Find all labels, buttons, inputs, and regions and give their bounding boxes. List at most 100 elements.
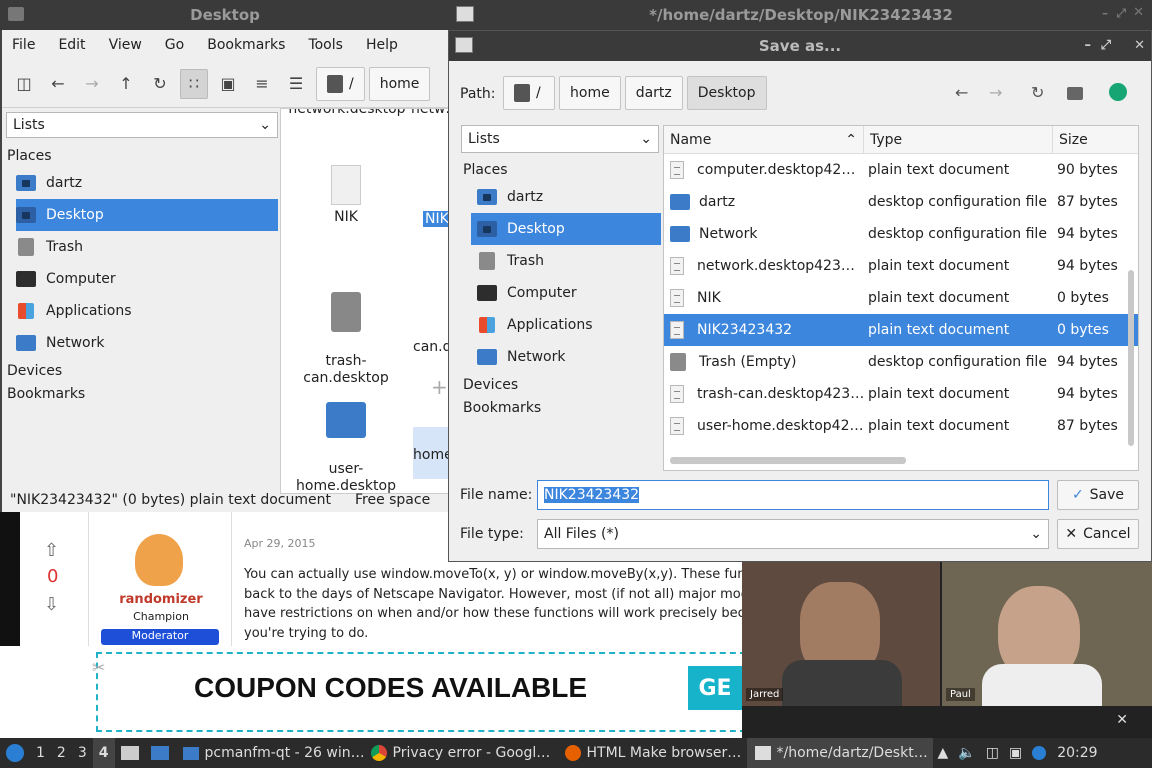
menu-edit[interactable]: Edit (58, 37, 96, 53)
editor-titlebar[interactable]: */home/dartz/Desktop/NIK23423432 – ⤢ ✕ (450, 0, 1152, 30)
column-size[interactable]: Size (1053, 126, 1133, 153)
file-row[interactable]: user-home.desktop42… plain text document 8… (664, 410, 1138, 442)
downvote-icon[interactable]: ⇩ (44, 594, 59, 615)
filename-field[interactable]: NIK23423432 (537, 480, 1049, 510)
upvote-icon[interactable]: ⇧ (44, 540, 59, 561)
workspace-1[interactable]: 1 (30, 738, 51, 768)
filetype-select[interactable]: All Files (*) ⌄ (537, 519, 1049, 549)
info-icon[interactable] (1027, 738, 1051, 768)
detail-view-icon[interactable]: ☰ (282, 69, 310, 99)
file-list[interactable]: Name ⌃ Type Size computer.desktop42… plain… (663, 125, 1139, 471)
menu-bookmarks[interactable]: Bookmarks (207, 37, 296, 53)
menu-file[interactable]: File (12, 37, 46, 53)
task-firefox[interactable]: HTML Make browser… (557, 738, 747, 768)
sidebar-item-computer[interactable]: Computer (2, 263, 280, 295)
back-icon[interactable]: ← (44, 69, 72, 99)
clipboard-icon[interactable]: ▣ (1004, 738, 1027, 768)
file-item[interactable]: network.desktop (287, 109, 407, 118)
path-dartz-button[interactable]: dartz (624, 76, 683, 110)
dlg-side-combo[interactable]: Lists ⌄ (461, 125, 659, 153)
forward-icon[interactable]: → (989, 83, 1002, 102)
network-tray-icon[interactable]: ◫ (981, 738, 1004, 768)
save-button[interactable]: ✓ Save (1057, 480, 1139, 510)
path-root-button[interactable]: / (503, 76, 555, 110)
reload-icon[interactable]: ↻ (1031, 83, 1044, 102)
sidebar-item-applications[interactable]: Applications (459, 309, 661, 341)
sidebar-item-applications[interactable]: Applications (2, 295, 280, 327)
banner-button[interactable]: GE (688, 666, 742, 710)
vertical-scrollbar[interactable] (1128, 270, 1134, 446)
new-folder-icon[interactable] (1067, 87, 1083, 100)
file-item[interactable]: can.d (413, 339, 451, 356)
menu-tools[interactable]: Tools (308, 37, 354, 53)
thumbnail-view-icon[interactable]: ▣ (214, 69, 242, 99)
minimize-icon[interactable]: – (1085, 38, 1092, 53)
reload-icon[interactable]: ↻ (146, 69, 174, 99)
task-editor[interactable]: */home/dartz/Deskt… (746, 738, 933, 768)
filter-icon[interactable] (1109, 83, 1127, 101)
avatar[interactable] (135, 534, 183, 586)
minimize-icon[interactable]: – (1102, 6, 1108, 20)
up-icon[interactable]: ↑ (112, 69, 140, 99)
sidebar-item-dartz[interactable]: dartz (459, 181, 661, 213)
file-manager-launcher-icon[interactable] (115, 738, 145, 768)
sidebar-item-trash[interactable]: Trash (2, 231, 280, 263)
cancel-button[interactable]: ✕ Cancel (1057, 519, 1139, 549)
column-name[interactable]: Name ⌃ (664, 126, 864, 153)
coupon-banner[interactable]: COUPON CODES AVAILABLE GE ✂ (0, 646, 756, 738)
sidebar-item-network[interactable]: Network (459, 341, 661, 373)
workspace-3[interactable]: 3 (72, 738, 93, 768)
clock[interactable]: 20:29 (1051, 738, 1103, 768)
file-row[interactable]: trash-can.desktop423… plain text document… (664, 378, 1138, 410)
path-root-button[interactable]: / (316, 66, 365, 101)
file-row[interactable]: Network desktop configuration file 94 byte… (664, 218, 1138, 250)
icon-view-icon[interactable]: ∷ (180, 68, 208, 99)
volume-icon[interactable]: 🔈 (953, 738, 980, 768)
sidebar-item-network[interactable]: Network (2, 327, 280, 359)
start-menu-icon[interactable] (0, 738, 30, 768)
horizontal-scrollbar[interactable] (670, 457, 906, 464)
menu-view[interactable]: View (109, 37, 153, 53)
sidebar-item-desktop[interactable]: Desktop (471, 213, 661, 245)
dialog-titlebar[interactable]: Save as... – ⤢ ✕ (449, 31, 1151, 61)
username[interactable]: randomizer (89, 592, 233, 607)
workspace-2[interactable]: 2 (51, 738, 72, 768)
path-home-button[interactable]: home (559, 76, 621, 110)
compact-view-icon[interactable]: ≡ (248, 69, 276, 99)
maximize-icon[interactable]: ⤢ (1116, 6, 1126, 21)
new-tab-icon[interactable]: ◫ (10, 69, 38, 99)
menu-go[interactable]: Go (165, 37, 195, 53)
task-pcmanfm[interactable]: pcmanfm-qt - 26 win… (175, 738, 363, 768)
menu-help[interactable]: Help (366, 37, 409, 53)
file-item[interactable]: NIK (301, 165, 391, 226)
file-row[interactable]: network.desktop423… plain text document 94… (664, 250, 1138, 282)
sidebar-item-trash[interactable]: Trash (459, 245, 661, 277)
file-row[interactable]: Trash (Empty) desktop configuration file 9… (664, 346, 1138, 378)
close-icon[interactable]: ✕ (1134, 38, 1145, 53)
column-type[interactable]: Type (864, 126, 1053, 153)
tray-up-icon[interactable]: ▲ (933, 738, 954, 768)
fm-side-combo[interactable]: Lists ⌄ (6, 112, 278, 138)
task-chrome[interactable]: Privacy error - Googl… (363, 738, 557, 768)
close-icon[interactable]: ✕ (1133, 5, 1144, 20)
file-row[interactable]: dartz desktop configuration file 87 bytes (664, 186, 1138, 218)
sidebar-item-computer[interactable]: Computer (459, 277, 661, 309)
file-item[interactable]: trash- can.desktop (291, 275, 401, 387)
sidebar-item-dartz[interactable]: dartz (2, 167, 280, 199)
close-icon[interactable]: ✕ (1116, 712, 1128, 728)
forward-icon[interactable]: → (78, 69, 106, 99)
file-row[interactable]: NIK23423432 plain text document 0 bytes (664, 314, 1138, 346)
workspace-4[interactable]: 4 (92, 738, 115, 768)
sidebar-item-desktop[interactable]: Desktop (16, 199, 278, 231)
file-item[interactable]: netw…4 (411, 109, 451, 118)
fm-icon-view[interactable]: network.desktop netw…4 NIK NIK trash- ca… (280, 108, 452, 494)
file-row[interactable]: NIK plain text document 0 bytes (664, 282, 1138, 314)
file-item[interactable]: user- home.desktop (291, 385, 401, 493)
path-desktop-button[interactable]: Desktop (686, 76, 767, 110)
back-icon[interactable]: ← (955, 83, 968, 102)
file-item[interactable]: home (413, 427, 451, 479)
maximize-icon[interactable]: ⤢ (1101, 38, 1111, 53)
fm-titlebar[interactable]: Desktop (0, 0, 450, 30)
path-home-button[interactable]: home (368, 66, 431, 101)
file-row[interactable]: computer.desktop42… plain text document 90… (664, 154, 1138, 186)
